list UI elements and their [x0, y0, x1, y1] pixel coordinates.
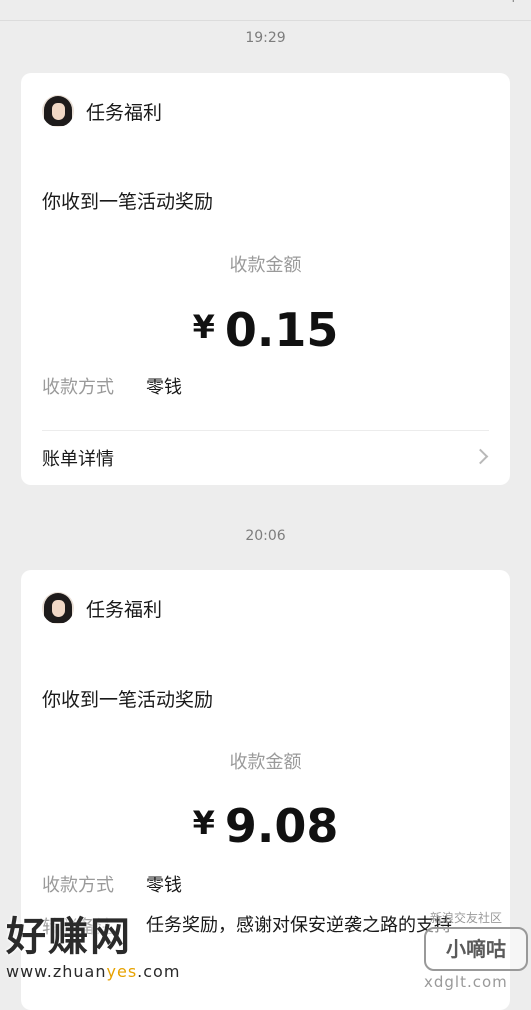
payment-method-value: 零钱 — [146, 875, 182, 896]
card-title: 你收到一笔活动奖励 — [42, 689, 214, 711]
message-timestamp: 20:06 — [245, 528, 286, 544]
watermark-site-url: xdglt.com — [424, 973, 508, 991]
chevron-right-icon — [472, 448, 489, 465]
card-header: 任务福利 — [42, 590, 162, 626]
watermark-title: 好赚网 — [6, 914, 132, 960]
payment-method-value: 零钱 — [146, 377, 182, 398]
watermark-url: www.zhuanyes.com — [6, 962, 181, 981]
amount-number: 0.15 — [224, 303, 339, 357]
amount-label: 收款金额 — [229, 752, 302, 773]
reward-card[interactable]: 任务福利 你收到一笔活动奖励 收款金额 ¥0.15 收款方式 零钱 账单详情 — [21, 73, 510, 485]
site-watermark-left: 好赚网 www.zhuanyes.com — [6, 912, 206, 994]
amount-value: ¥0.15 — [21, 299, 510, 358]
currency-symbol: ¥ — [192, 308, 215, 346]
card-header: 任务福利 — [42, 93, 162, 129]
payment-method-label: 收款方式 — [42, 377, 114, 398]
watermark-community: 新浪交友社区 — [430, 911, 503, 925]
top-bar: ⌐ — [0, 0, 531, 21]
sender-name: 任务福利 — [86, 101, 163, 124]
bill-details-label: 账单详情 — [42, 449, 114, 470]
watermark-badge: 小嘀咕 — [424, 927, 528, 971]
message-timestamp: 19:29 — [245, 30, 286, 46]
currency-symbol: ¥ — [192, 804, 215, 842]
payment-method-label: 收款方式 — [42, 875, 114, 896]
amount-value: ¥9.08 — [21, 795, 510, 854]
partial-top-icon: ⌐ — [511, 0, 523, 8]
sender-avatar[interactable] — [42, 95, 74, 127]
card-title: 你收到一笔活动奖励 — [42, 191, 214, 213]
site-watermark-right: 新浪交友社区 小嘀咕 xdglt.com — [410, 905, 528, 995]
sender-avatar[interactable] — [42, 592, 74, 624]
amount-label: 收款金额 — [229, 255, 302, 276]
bill-details-row[interactable]: 账单详情 — [21, 430, 510, 485]
sender-name: 任务福利 — [86, 598, 163, 621]
amount-number: 9.08 — [224, 799, 339, 853]
